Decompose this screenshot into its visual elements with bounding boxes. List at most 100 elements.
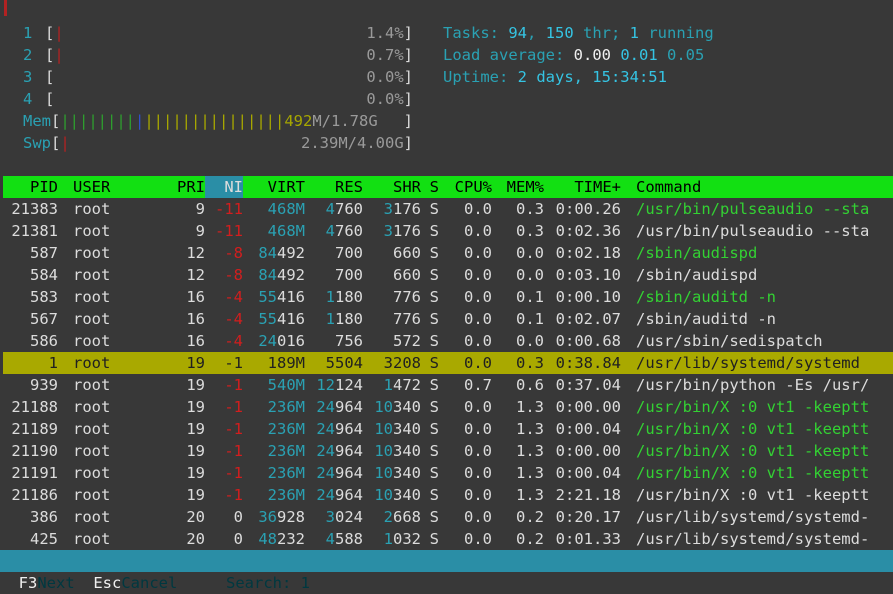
process-row[interactable]: 386 root 20 0 36928 3024 2668 S 0.0 0.2 0:20.17/us… (3, 506, 893, 528)
cpu-meter-bar: 0.0% (54, 88, 403, 110)
virt-cell: 36928 (243, 506, 305, 528)
esc-key[interactable]: Esc (93, 572, 122, 594)
uptime-line: Uptime: 2 days, 15:34:51 (443, 66, 667, 88)
ni-cell: -1 (205, 352, 243, 374)
mem-value: 0.6 (516, 376, 544, 394)
pid-cell: 386 (3, 506, 58, 528)
virt-cell: 236M (243, 440, 305, 462)
process-row[interactable]: 567 root 16 -4 55416 1180 776 S 0.0 0.1 0:02.07/sb… (3, 308, 893, 330)
next-button[interactable]: Next (37, 572, 93, 594)
cpu-percent: 0.0% (366, 68, 404, 86)
ni-cell: -1 (205, 396, 243, 418)
load-15: 0.05 (667, 46, 705, 64)
process-row[interactable]: 939 root 19 -1 540M 12124 1472 S 0.7 0.6 0:37.04/u… (3, 374, 893, 396)
column-header-ni[interactable]: NI (205, 176, 243, 198)
search-input[interactable]: 1 (301, 572, 310, 594)
res-value-low: 964 (335, 486, 363, 504)
state-value: S (429, 508, 439, 526)
process-row[interactable]: 587 root 12 -8 84492 700 660 S 0.0 0.0 0:02.18/sbi… (3, 242, 893, 264)
process-row[interactable]: 586 root 16 -4 24016 756 572 S 0.0 0.0 0:00.68/usr… (3, 330, 893, 352)
cpu-value: 0.0 (464, 508, 492, 526)
process-row[interactable]: 21381 root 9 -11 468M 4760 3176 S 0.0 0.3 0:02.36/… (3, 220, 893, 242)
res-cell: 1180 (305, 286, 363, 308)
res-value-low: 760 (335, 222, 363, 240)
cpu-value: 0.0 (464, 266, 492, 284)
process-row[interactable]: 583 root 16 -4 55416 1180 776 S 0.0 0.1 0:00.10/sb… (3, 286, 893, 308)
process-row[interactable]: 425 root 20 0 48232 4588 1032 S 0.0 0.2 0:01.33/us… (3, 528, 893, 550)
cpu-meter-4: 4 [0.0%] (23, 88, 413, 110)
res-cell: 24964 (305, 484, 363, 506)
res-value-low: 124 (335, 376, 363, 394)
process-row[interactable]: 21189 root 19 -1 236M 24964 10340 S 0.0 1.3 0:00.0… (3, 418, 893, 440)
time-cell: 0:00.10 (544, 286, 621, 308)
mem-value: 1.3 (516, 464, 544, 482)
column-header-command[interactable]: Command (621, 176, 893, 198)
shr-value-low: 340 (393, 398, 421, 416)
mem-buffers-fill: | (135, 112, 145, 130)
command-cell: /usr/lib/systemd/systemd- (621, 528, 893, 550)
threads-count: 150 (545, 24, 574, 42)
pid-cell: 21189 (3, 418, 58, 440)
process-row[interactable]: 21383 root 9 -11 468M 4760 3176 S 0.0 0.3 0:00.26/… (3, 198, 893, 220)
cpu-meter-2: 2 [| 0.7%] (23, 44, 413, 66)
user-value: root (73, 398, 111, 416)
column-header-virt[interactable]: VIRT (243, 176, 305, 198)
column-header-res[interactable]: RES (305, 176, 363, 198)
command-value: /usr/sbin/sedispatch (636, 332, 823, 350)
process-row[interactable]: 584 root 12 -8 84492 700 660 S 0.0 0.0 0:03.10/sbi… (3, 264, 893, 286)
process-row[interactable]: 1 root 19 -1 189M 5504 3208 S 0.0 0.3 0:38.84/usr/… (3, 352, 893, 374)
mem-value: 1.3 (516, 398, 544, 416)
res-value-high: 3 (325, 508, 335, 526)
pid-cell: 587 (3, 242, 58, 264)
swap-meter: Swp[| 2.39M/4.00G] (23, 132, 413, 154)
process-row[interactable]: 21188 root 19 -1 236M 24964 10340 S 0.0 1.3 0:00.0… (3, 396, 893, 418)
pri-value: 19 (186, 354, 205, 372)
column-header-user[interactable]: USER (58, 176, 140, 198)
cancel-button[interactable]: Cancel (121, 572, 196, 594)
column-header-shr[interactable]: SHR (363, 176, 421, 198)
user-cell: root (58, 198, 140, 220)
cpu-value: 0.0 (464, 420, 492, 438)
column-header-mem[interactable]: MEM% (492, 176, 544, 198)
state-cell: S (421, 242, 439, 264)
virt-value-low: 016 (277, 332, 305, 350)
virt-value-high: 36 (258, 508, 277, 526)
column-header-pid[interactable]: PID (3, 176, 58, 198)
process-row[interactable]: 21186 root 19 -1 236M 24964 10340 S 0.0 1.3 2:21.1… (3, 484, 893, 506)
res-value-low: 180 (335, 310, 363, 328)
user-cell: root (58, 220, 140, 242)
pid-cell: 1 (3, 352, 58, 374)
state-cell: S (421, 308, 439, 330)
pid-cell: 21383 (3, 198, 58, 220)
column-header-pri[interactable]: PRI (140, 176, 205, 198)
state-value: S (429, 200, 439, 218)
user-value: root (73, 420, 111, 438)
res-cell: 24964 (305, 462, 363, 484)
pid-value: 1 (48, 354, 58, 372)
process-row[interactable]: 21191 root 19 -1 236M 24964 10340 S 0.0 1.3 0:00.0… (3, 462, 893, 484)
cpu-cell: 0.0 (439, 484, 492, 506)
cpu-cell: 0.0 (439, 330, 492, 352)
pri-cell: 12 (140, 242, 205, 264)
pid-value: 21381 (11, 222, 58, 240)
res-cell: 24964 (305, 440, 363, 462)
shr-value: 776 (393, 310, 421, 328)
column-header-state[interactable]: S (421, 176, 439, 198)
process-row[interactable]: 21190 root 19 -1 236M 24964 10340 S 0.0 1.3 0:00.0… (3, 440, 893, 462)
search-field[interactable]: Search: 1 (226, 572, 310, 594)
time-value: 0:00.04 (555, 420, 621, 438)
user-cell: root (58, 352, 140, 374)
state-cell: S (421, 506, 439, 528)
cpu-percent: 0.7% (366, 46, 404, 64)
mem-cell: 0.0 (492, 330, 544, 352)
shr-cell: 1032 (363, 528, 421, 550)
pid-value: 386 (30, 508, 58, 526)
shr-value: 572 (393, 332, 421, 350)
f3-key[interactable]: F3 (18, 572, 38, 594)
virt-cell: 236M (243, 484, 305, 506)
pid-cell: 567 (3, 308, 58, 330)
column-header-cpu[interactable]: CPU% (439, 176, 492, 198)
column-header-time[interactable]: TIME+ (544, 176, 621, 198)
res-value: 756 (335, 332, 363, 350)
cpu-percent: 0.0% (366, 90, 404, 108)
